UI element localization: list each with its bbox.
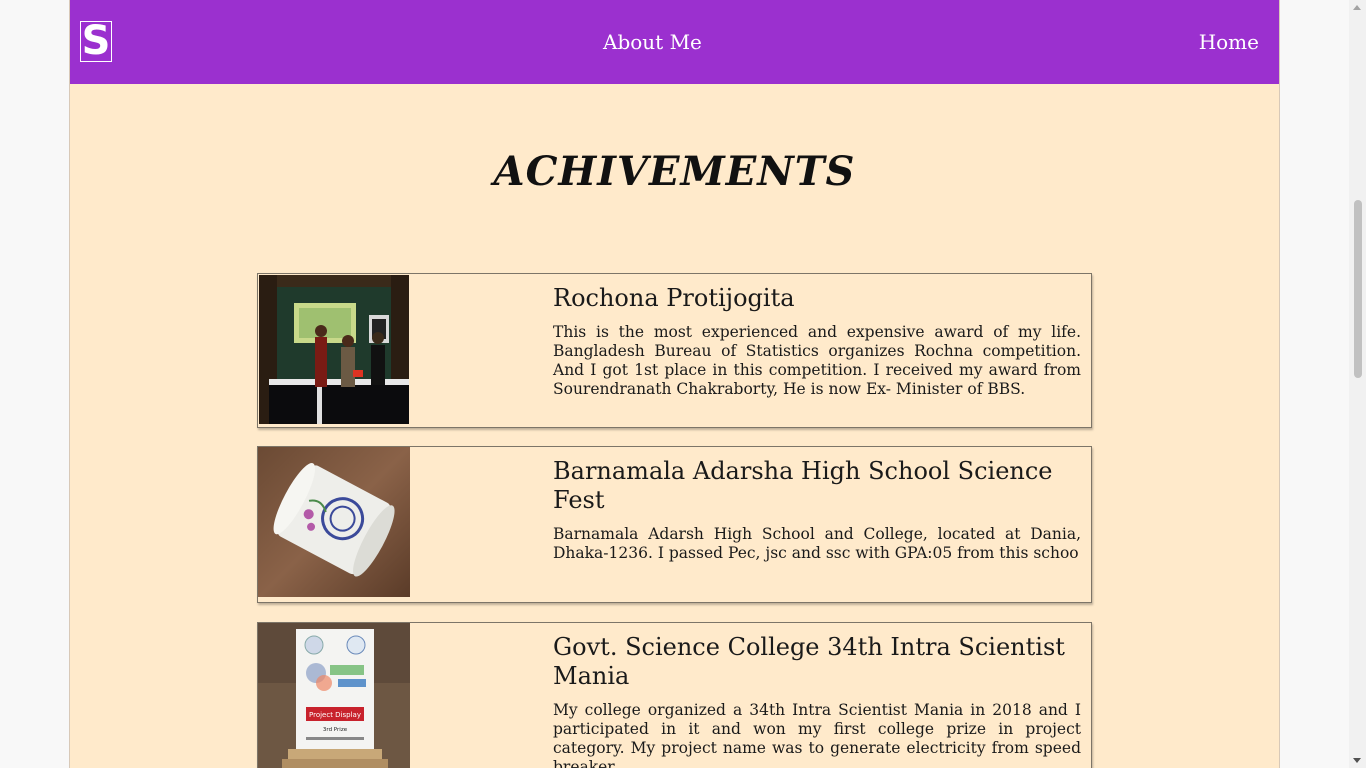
achievement-description: Barnamala Adarsh High School and College…	[553, 525, 1081, 562]
achievement-card: Rochona Protijogita This is the most exp…	[257, 273, 1092, 428]
trophy-prize-text: 3rd Prize	[323, 727, 348, 733]
scroll-down-arrow-icon[interactable]	[1353, 758, 1361, 763]
achievement-card-body: Rochona Protijogita This is the most exp…	[553, 284, 1081, 399]
navbar: S About Me Home	[70, 0, 1279, 84]
achievement-card: Barnamala Adarsha High School Science Fe…	[257, 446, 1092, 603]
achievement-title: Barnamala Adarsha High School Science Fe…	[553, 457, 1053, 514]
achievement-title: Rochona Protijogita	[553, 284, 795, 312]
project-display-trophy-image: Project Display 3rd Prize	[258, 623, 410, 768]
page-container: S About Me Home ACHIVEMENTS Rochona Prot…	[69, 0, 1280, 768]
page-scrollbar[interactable]	[1349, 0, 1366, 768]
award-ceremony-image	[259, 275, 409, 424]
achievement-description: My college organized a 34th Intra Scient…	[553, 701, 1081, 768]
section-title: ACHIVEMENTS	[493, 148, 856, 195]
scroll-thumb[interactable]	[1354, 200, 1362, 378]
achievement-card: Project Display 3rd Prize Govt. Science …	[257, 622, 1092, 768]
nav-about-me-link[interactable]: About Me	[603, 29, 702, 55]
achievement-card-body: Barnamala Adarsha High School Science Fe…	[553, 457, 1081, 563]
nav-home-link[interactable]: Home	[1199, 29, 1259, 55]
scroll-up-arrow-icon[interactable]	[1353, 5, 1361, 10]
achievement-card-body: Govt. Science College 34th Intra Scienti…	[553, 633, 1081, 768]
trophy-badge-text: Project Display	[309, 711, 361, 719]
achievement-description: This is the most experienced and expensi…	[553, 323, 1081, 398]
logo[interactable]: S	[80, 21, 112, 62]
school-cup-image	[258, 447, 410, 597]
achievement-title: Govt. Science College 34th Intra Scienti…	[553, 633, 1065, 690]
